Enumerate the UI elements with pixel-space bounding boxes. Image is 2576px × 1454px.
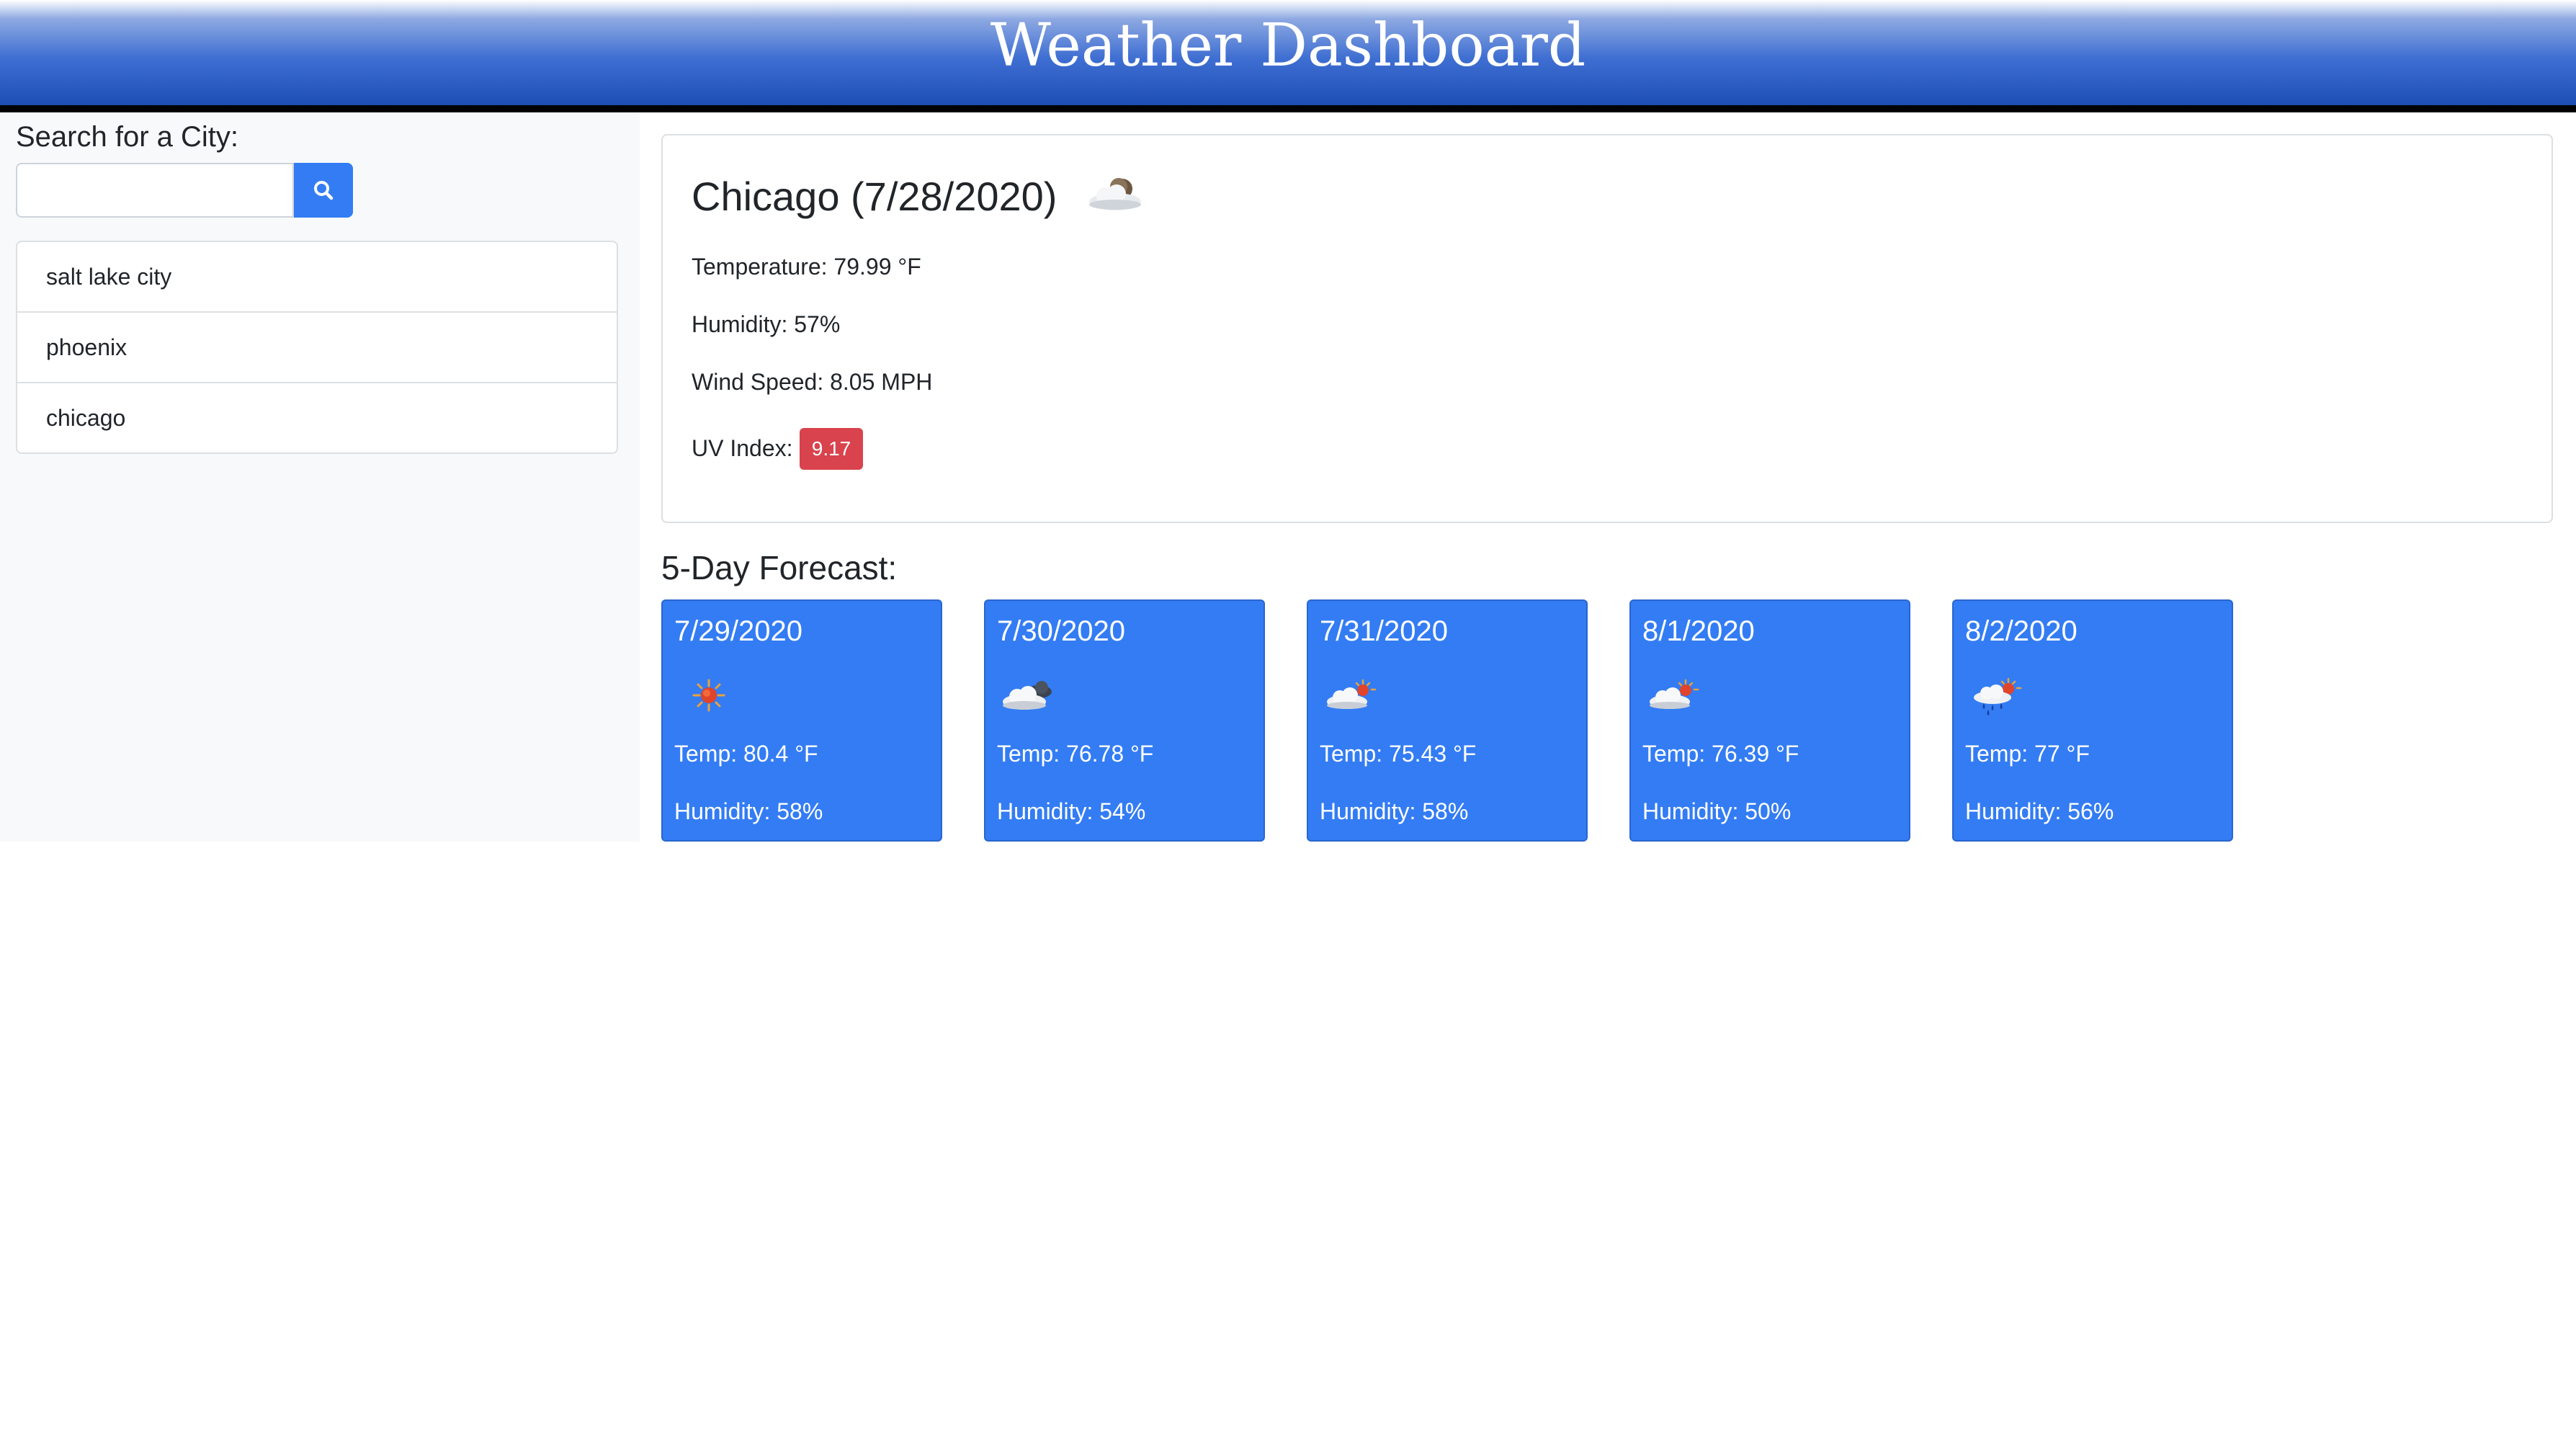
partly-cloudy-night-icon <box>1089 178 1141 210</box>
forecast-temp: Temp: 76.78 °F <box>997 741 1154 767</box>
uv-index-label: UV Index: <box>692 435 793 461</box>
sun-icon <box>692 679 725 712</box>
forecast-card-day-3: 7/31/2020 Temp: 75.43 °F Humidity: 58% <box>1307 599 1588 842</box>
forecast-temp: Temp: 80.4 °F <box>674 741 818 767</box>
forecast-date: 7/31/2020 <box>1320 615 1448 647</box>
forecast-card-day-5: 8/2/2020 Temp: 77 °F Humidity: 56% <box>1952 599 2233 842</box>
partly-cloudy-day-icon <box>1650 679 1699 709</box>
forecast-temp: Temp: 77 °F <box>1965 741 2090 767</box>
history-item-phoenix[interactable]: phoenix <box>17 313 617 383</box>
current-city-title: Chicago (7/28/2020) <box>692 174 1057 219</box>
search-label: Search for a City: <box>16 121 239 153</box>
current-temperature: Temperature: 79.99 °F <box>692 254 921 280</box>
current-wind-speed: Wind Speed: 8.05 MPH <box>692 369 933 395</box>
forecast-humidity: Humidity: 50% <box>1642 798 1792 824</box>
city-search-input[interactable] <box>16 163 294 218</box>
history-item-salt-lake-city[interactable]: salt lake city <box>17 242 617 313</box>
uv-index-badge: 9.17 <box>800 428 863 470</box>
search-icon <box>314 181 334 200</box>
forecast-card-day-1: 7/29/2020 Temp: 80.4 °F Humidity: 58% <box>661 599 942 842</box>
current-humidity: Humidity: 57% <box>692 311 841 337</box>
forecast-date: 8/2/2020 <box>1965 615 2078 647</box>
forecast-temp: Temp: 76.39 °F <box>1642 741 1799 767</box>
rain-sun-icon <box>1974 677 2022 715</box>
page-title: Weather Dashboard <box>990 12 1586 80</box>
search-button[interactable] <box>294 163 353 218</box>
forecast-humidity: Humidity: 58% <box>1320 798 1469 824</box>
forecast-date: 7/29/2020 <box>674 615 802 647</box>
current-weather-card: Chicago (7/28/2020) Temperature: 79.99 °… <box>661 134 2553 523</box>
page-header: Weather Dashboard <box>0 0 2576 112</box>
forecast-humidity: Humidity: 58% <box>674 798 823 824</box>
search-sidebar: Search for a City: salt lake city phoeni… <box>0 112 640 842</box>
forecast-humidity: Humidity: 56% <box>1965 798 2114 824</box>
forecast-temp: Temp: 75.43 °F <box>1320 741 1477 767</box>
forecast-humidity: Humidity: 54% <box>997 798 1146 824</box>
forecast-date: 7/30/2020 <box>997 615 1125 647</box>
partly-cloudy-day-icon <box>1327 679 1377 709</box>
forecast-date: 8/1/2020 <box>1642 615 1755 647</box>
search-history-list: salt lake city phoenix chicago <box>16 241 618 454</box>
history-item-chicago[interactable]: chicago <box>17 383 617 452</box>
forecast-heading: 5-Day Forecast: <box>661 549 898 586</box>
forecast-card-day-4: 8/1/2020 Temp: 76.39 °F Humidity: 50% <box>1629 599 1910 842</box>
cloudy-night-icon <box>1003 681 1052 710</box>
forecast-card-day-2: 7/30/2020 Temp: 76.78 °F Humidity: 54% <box>984 599 1265 842</box>
